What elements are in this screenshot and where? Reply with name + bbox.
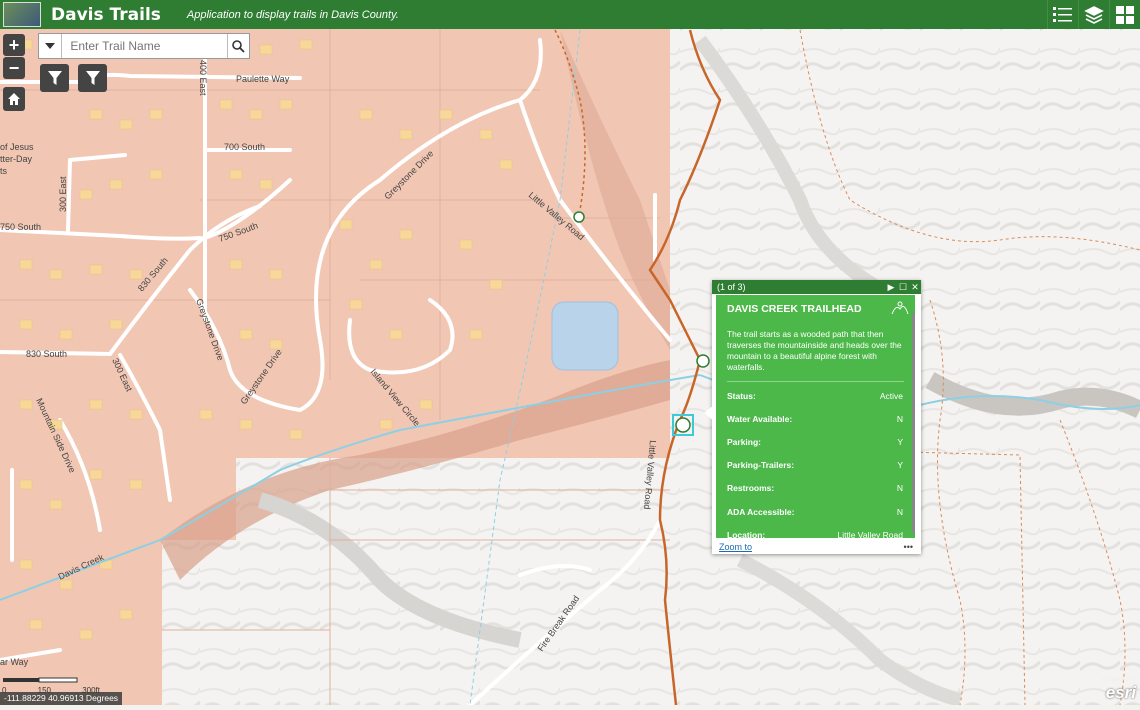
caret-down-icon (45, 43, 56, 49)
zoom-to-link[interactable]: Zoom to (719, 542, 752, 552)
filter-button[interactable] (40, 64, 69, 92)
map-view[interactable]: Paulette Way 400 East 700 South Greyston… (0, 29, 1140, 707)
popup-field-row: Water Available: N (727, 407, 903, 430)
field-label: Parking-Trailers: (727, 460, 795, 471)
search-button[interactable] (227, 34, 249, 58)
esri-logo: esri (1105, 683, 1136, 702)
zoom-in-button[interactable]: + (3, 34, 25, 56)
road-label: ar Way (0, 657, 29, 667)
more-actions-button[interactable]: ••• (904, 542, 913, 552)
next-feature-button[interactable]: ▶ (885, 282, 897, 293)
popup-scrollbar[interactable] (912, 313, 915, 533)
filter-icon (47, 71, 62, 85)
road-label: Paulette Way (236, 74, 290, 84)
popup-footer: Zoom to ••• (719, 542, 913, 552)
field-value: N (896, 506, 903, 517)
layers-icon[interactable] (1078, 0, 1109, 29)
legend-icon[interactable] (1047, 0, 1078, 29)
popup-field-row: Location: Little Valley Road (727, 523, 903, 538)
poi-label: tter-Day (0, 154, 33, 164)
field-label: Restrooms: (727, 483, 775, 494)
popup-pointer (704, 405, 714, 421)
basemap-gallery-icon[interactable] (1109, 0, 1140, 29)
app-title: Davis Trails (51, 4, 161, 25)
field-value: N (896, 413, 903, 424)
filter-button-2[interactable] (78, 64, 107, 92)
field-value: Y (897, 460, 903, 471)
road-label: 400 East (198, 60, 208, 96)
divider (727, 381, 904, 382)
app-logo (3, 2, 41, 27)
zoom-out-button[interactable]: − (3, 57, 25, 79)
road-label: 830 South (26, 349, 67, 359)
field-label: Water Available: (727, 413, 793, 424)
field-label: ADA Accessible: (727, 506, 795, 517)
trailhead-marker[interactable] (696, 354, 710, 368)
popup-field-row: Restrooms: N (727, 477, 903, 500)
trail-search-input[interactable] (62, 34, 228, 58)
popup-header: (1 of 3) ▶ ☐ ✕ (712, 280, 921, 294)
basemap: Paulette Way 400 East 700 South Greyston… (0, 29, 1140, 707)
road-label: 300 East (58, 176, 68, 212)
popup-field-row: Parking: Y (727, 430, 903, 453)
poi-label: ts (0, 166, 8, 176)
field-label: Location: (727, 529, 766, 538)
coordinate-readout: -111.88229 40.96913 Degrees (0, 692, 123, 705)
esri-attribution[interactable]: POWERED BY esri (1102, 677, 1136, 703)
popup-counter: (1 of 3) (717, 282, 746, 292)
field-value: Active (879, 390, 903, 401)
popup-content: DAVIS CREEK TRAILHEAD The trail starts a… (716, 295, 915, 538)
app-subtitle: Application to display trails in Davis C… (186, 8, 399, 21)
poi-label: of Jesus (0, 142, 34, 152)
coordinate-text: -111.88229 40.96913 Degrees (4, 693, 119, 703)
popup-description: The trail starts as a wooded path that t… (727, 329, 902, 372)
home-icon (8, 93, 20, 105)
maximize-button[interactable]: ☐ (897, 282, 909, 293)
pond (551, 301, 619, 371)
popup-field-row: Parking-Trailers: Y (727, 454, 903, 477)
trailhead-marker[interactable] (573, 211, 585, 223)
popup-fields: Status: Active Water Available: N Parking: Y P… (716, 384, 915, 538)
filter-icon (85, 71, 100, 85)
trailhead-icon (891, 301, 909, 315)
app-header: Davis Trails Application to display trai… (0, 0, 1140, 29)
road-label: 750 South (0, 222, 41, 232)
field-label: Status: (727, 390, 756, 401)
field-value: Y (897, 436, 903, 447)
popup-field-row: Status: Active (727, 384, 903, 407)
trail-search (38, 33, 250, 59)
popup-field-row: ADA Accessible: N (727, 500, 903, 523)
road-label: 700 South (224, 142, 265, 152)
feature-popup: (1 of 3) ▶ ☐ ✕ DAVIS CREEK TRAILHEAD The… (712, 280, 921, 554)
field-value: Little Valley Road (837, 529, 903, 538)
close-button[interactable]: ✕ (909, 282, 921, 293)
field-value: N (896, 483, 903, 494)
search-icon (232, 39, 245, 53)
home-button[interactable] (3, 87, 25, 111)
popup-title: DAVIS CREEK TRAILHEAD (727, 303, 862, 315)
search-source-dropdown[interactable] (39, 34, 63, 58)
field-label: Parking: (727, 436, 762, 447)
trailhead-marker-selected[interactable] (675, 417, 691, 433)
